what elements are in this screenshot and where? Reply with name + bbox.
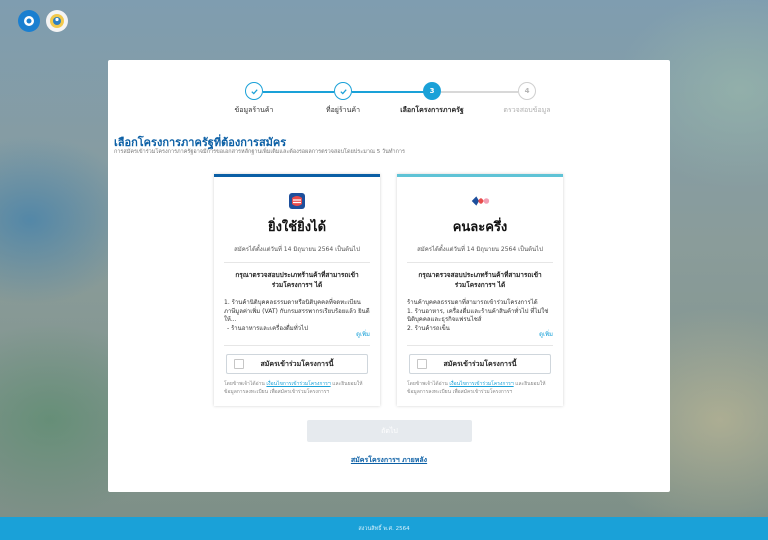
step-shop-info: ข้อมูลร้านค้า xyxy=(209,82,299,116)
terms-prefix: โดยข้าพเจ้าได้อ่าน xyxy=(407,381,450,387)
divider xyxy=(407,345,553,346)
terms-text: โดยข้าพเจ้าได้อ่าน เงื่อนไขการเข้าร่วมโค… xyxy=(224,381,370,396)
description-line: 2. ร้านค้ารถเข็น xyxy=(407,324,450,332)
project-card-khon-la-khrueng: คนละครึ่ง สมัครได้ตั้งแต่วันที่ 14 มิถุน… xyxy=(397,174,563,406)
project-name: คนละครึ่ง xyxy=(452,220,508,235)
footer: สงวนสิทธิ์ พ.ศ. 2564 xyxy=(0,517,768,540)
step-label: ข้อมูลร้านค้า xyxy=(234,106,274,114)
step-label: ที่อยู่ร้านค้า xyxy=(325,106,360,114)
project-name: ยิ่งใช้ยิ่งได้ xyxy=(267,220,327,235)
copyright-text: สงวนสิทธิ์ พ.ศ. 2564 xyxy=(358,525,410,532)
register-later-link[interactable]: สมัครโครงการฯ ภายหลัง xyxy=(108,455,670,466)
project-card-yingchai-yingdai: ยิ่งใช้ยิ่งได้ สมัครได้ตั้งแต่วันที่ 14 … xyxy=(214,174,380,406)
step-number: 3 xyxy=(423,82,441,100)
terms-link[interactable]: เงื่อนไขการเข้าร่วมโครงการฯ xyxy=(266,381,330,387)
see-more-link[interactable]: ดูเพิ่ม xyxy=(539,331,553,340)
eligibility-title: กรุณาตรวจสอบประเภทร้านค้าที่สามารถเข้าร่… xyxy=(418,271,542,289)
description-line: 1. ร้านอาหาร, เครื่องดื่มและร้านค้าสินค้… xyxy=(407,307,549,324)
card-accent-bar xyxy=(397,174,563,177)
card-accent-bar xyxy=(214,174,380,177)
apply-checkbox-button[interactable]: สมัครเข้าร่วมโครงการนี้ xyxy=(226,354,368,374)
registration-panel: ข้อมูลร้านค้า ที่อยู่ร้านค้า 3 เลือกโครง… xyxy=(108,60,670,492)
project-date: สมัครได้ตั้งแต่วันที่ 14 มิถุนายน 2564 เ… xyxy=(417,246,543,253)
description-line: ร้านค้าบุคคลธรรมดาที่สามารถเข้าร่วมโครงก… xyxy=(407,299,538,306)
project-date: สมัครได้ตั้งแต่วันที่ 14 มิถุนายน 2564 เ… xyxy=(234,246,360,253)
description-line: 1. ร้านค้านิติบุคคลธรรมดาหรือนิติบุคคลที… xyxy=(224,299,370,323)
progress-stepper: ข้อมูลร้านค้า ที่อยู่ร้านค้า 3 เลือกโครง… xyxy=(108,82,670,122)
terms-prefix: โดยข้าพเจ้าได้อ่าน xyxy=(224,381,267,387)
step-shop-address: ที่อยู่ร้านค้า xyxy=(298,82,388,116)
next-button[interactable]: ถัดไป xyxy=(307,420,472,442)
see-more-link[interactable]: ดูเพิ่ม xyxy=(356,331,370,340)
project-logo-icon xyxy=(469,190,491,212)
apply-label: สมัครเข้าร่วมโครงการนี้ xyxy=(260,359,334,368)
description-line: - ร้านอาหารและเครื่องดื่มทั่วไป xyxy=(227,324,308,332)
divider xyxy=(224,345,370,346)
check-icon xyxy=(334,82,352,100)
terms-link[interactable]: เงื่อนไขการเข้าร่วมโครงการฯ xyxy=(449,381,513,387)
step-review: 4 ตรวจสอบข้อมูล xyxy=(482,82,572,116)
government-logo-icon xyxy=(46,10,68,32)
divider xyxy=(407,262,553,263)
header-logos xyxy=(18,10,68,32)
eligibility-description: 1. ร้านค้านิติบุคคลธรรมดาหรือนิติบุคคลที… xyxy=(224,299,370,339)
step-label: ตรวจสอบข้อมูล xyxy=(503,106,551,114)
check-icon xyxy=(245,82,263,100)
page-subtitle: การสมัครเข้าร่วมโครงการภาครัฐอาจมีการขอเ… xyxy=(114,149,405,155)
divider xyxy=(224,262,370,263)
step-select-project: 3 เลือกโครงการภาครัฐ xyxy=(387,82,477,116)
eligibility-description: ร้านค้าบุคคลธรรมดาที่สามารถเข้าร่วมโครงก… xyxy=(407,299,553,339)
apply-label: สมัครเข้าร่วมโครงการนี้ xyxy=(443,359,517,368)
project-logo-icon xyxy=(286,190,308,212)
terms-text: โดยข้าพเจ้าได้อ่าน เงื่อนไขการเข้าร่วมโค… xyxy=(407,381,553,396)
step-number: 4 xyxy=(518,82,536,100)
apply-checkbox-button[interactable]: สมัครเข้าร่วมโครงการนี้ xyxy=(409,354,551,374)
eligibility-title: กรุณาตรวจสอบประเภทร้านค้าที่สามารถเข้าร่… xyxy=(235,271,359,289)
step-label: เลือกโครงการภาครัฐ xyxy=(400,106,464,114)
ktb-logo-icon xyxy=(18,10,40,32)
